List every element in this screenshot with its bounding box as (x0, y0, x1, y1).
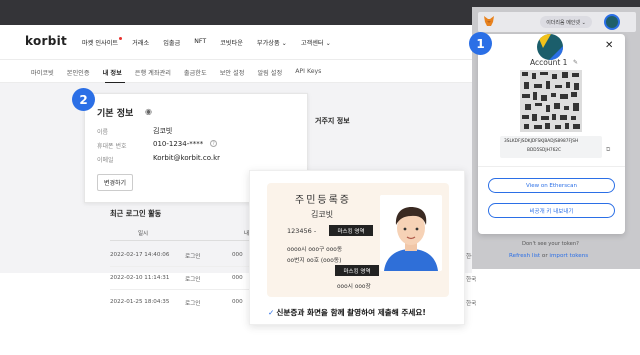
login-location-3: 한국 (466, 301, 477, 307)
row-divider (110, 266, 250, 267)
email-label: 이메일 (97, 157, 114, 164)
id-address-2: oo번지 oo호 (ooo동) (287, 258, 342, 264)
nav-korbit-town[interactable]: 코빗타운 (220, 38, 243, 47)
account-name: Account 1 (530, 58, 568, 67)
tab-my-korbit[interactable]: 마이코빗 (31, 68, 54, 77)
dont-see-token-text: Don't see your token? (522, 241, 579, 247)
login-type-3: 로그인 (185, 301, 201, 307)
id-issuer: ooo시 ooo장 (337, 284, 371, 290)
wallet-address-line-1: 3SLKDFJSDKJDFSKJBADJS8987FJSH (504, 139, 579, 144)
phone-value: 010-1234-**** (153, 140, 204, 148)
table-header-divider (110, 240, 250, 241)
new-dot-icon (119, 37, 123, 40)
tab-withdraw-limit[interactable]: 출금한도 (184, 68, 207, 77)
nav-extra-products[interactable]: 부가상품 ⌄ (257, 38, 287, 47)
login-extra-2: 000 (232, 275, 243, 281)
nav-customer-center[interactable]: 고객센터 ⌄ (301, 38, 331, 47)
account-avatar-large (537, 34, 563, 60)
login-extra-3: 000 (232, 299, 243, 305)
refresh-list-link[interactable]: Refresh list (509, 253, 540, 259)
tab-api-keys[interactable]: API Keys (295, 68, 321, 77)
step-badge-1: 1 (469, 32, 492, 55)
main-nav: 마켓 인사이트 거래소 입출금 NFT 코빗타운 부가상품 ⌄ 고객센터 ⌄ (82, 37, 331, 47)
col-time-header: 일시 (138, 231, 149, 237)
import-tokens-link[interactable]: import tokens (549, 253, 588, 259)
wallet-address-box[interactable]: 3SLKDFJSDKJDFSKJBADJS8987FJSH BDD5SDJH76… (500, 136, 602, 158)
id-address-1: oooo시 ooo구 ooo동 (287, 247, 343, 253)
nav-market-insight[interactable]: 마켓 인사이트 (82, 37, 123, 47)
name-value: 김코빗 (153, 127, 173, 135)
basic-info-title: 기본 정보 (97, 109, 134, 119)
tab-verification[interactable]: 본인인증 (67, 68, 90, 77)
step-badge-2: 2 (72, 88, 95, 111)
login-type-2: 로그인 (185, 277, 201, 283)
login-location-2: 한국 (466, 277, 477, 283)
id-photo (380, 195, 442, 271)
tab-my-info[interactable]: 내 정보 (103, 68, 122, 77)
person-photo-icon (380, 195, 442, 271)
id-card-guide: 주민등록증 김코빗 123456 - 마스킹 영역 oooo시 ooo구 ooo… (249, 170, 465, 325)
name-label: 이름 (97, 129, 109, 136)
login-time-1: 2022-02-17 14:40:06 (110, 252, 170, 258)
tab-notifications[interactable]: 알림 설정 (257, 68, 282, 77)
account-avatar[interactable] (604, 14, 620, 30)
nav-deposit-withdraw[interactable]: 입출금 (163, 38, 180, 47)
login-time-3: 2022-01-25 18:04:35 (110, 299, 170, 305)
tab-bank-account[interactable]: 은행 계좌관리 (135, 68, 171, 77)
change-info-button[interactable]: 변경하기 (97, 174, 133, 191)
account-details-dialog: ✕ Account 1 ✎ 3SLKDFJSDKJDFSKJBADJS8987F… (478, 34, 625, 234)
jazzicon-icon (537, 34, 563, 60)
token-links: Refresh list or import tokens (509, 253, 588, 259)
masking-area-2: 마스킹 영역 (335, 265, 379, 276)
dialog-divider (478, 166, 625, 167)
id-card-number: 123456 - (287, 227, 317, 235)
metamask-fox-icon[interactable] (483, 15, 495, 27)
qr-code (520, 70, 582, 132)
id-card-image: 주민등록증 김코빗 123456 - 마스킹 영역 oooo시 ooo구 ooo… (267, 183, 449, 297)
masking-area-1: 마스킹 영역 (329, 225, 373, 236)
eye-icon[interactable]: ◉ (145, 107, 152, 116)
login-extra-1: 000 (232, 252, 243, 258)
residence-info-title: 거주지 정보 (315, 117, 350, 125)
nav-exchange[interactable]: 거래소 (132, 38, 149, 47)
korbit-logo[interactable]: korbit (25, 34, 67, 48)
login-activity-title: 최근 로그인 활동 (110, 209, 162, 218)
export-private-key-button[interactable]: 비공개 키 내보내기 (488, 203, 615, 218)
login-time-2: 2022-02-10 11:14:31 (110, 275, 170, 281)
check-icon: ✓ (268, 308, 275, 317)
help-icon[interactable]: ? (210, 140, 217, 147)
or-text: or (540, 253, 550, 259)
copy-icon[interactable]: ⧉ (606, 146, 610, 154)
wallet-address-line-2: BDD5SDJH762C (527, 148, 562, 153)
view-on-etherscan-button[interactable]: View on Etherscan (488, 178, 615, 193)
nav-nft[interactable]: NFT (194, 38, 206, 47)
phone-label: 휴대폰 번호 (97, 143, 127, 150)
login-type-1: 로그인 (185, 254, 201, 260)
id-card-title: 주민등록증 (295, 195, 351, 206)
edit-icon[interactable]: ✎ (573, 59, 578, 66)
network-selector[interactable]: 이더리움 메인넷 ⌄ (540, 16, 592, 28)
close-icon[interactable]: ✕ (605, 40, 613, 51)
id-card-name: 김코빗 (311, 210, 334, 219)
row-divider (110, 289, 250, 290)
tab-security[interactable]: 보안 설정 (220, 68, 245, 77)
photo-submit-caption: ✓ 신분증과 화면을 함께 촬영하여 제출해 주세요! (268, 308, 426, 317)
email-value: Korbit@korbit.co.kr (153, 154, 221, 162)
